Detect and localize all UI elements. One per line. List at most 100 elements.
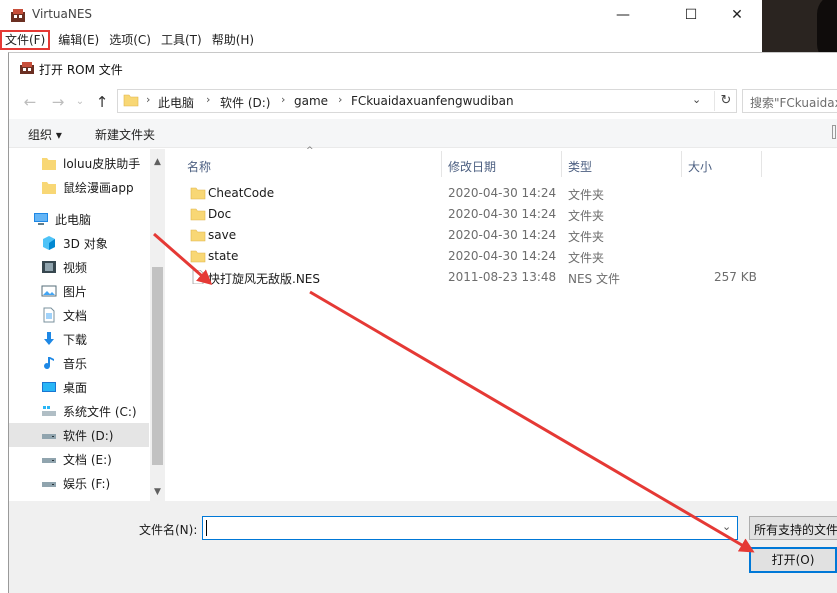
breadcrumb-this-pc[interactable]: 此电脑 xyxy=(158,94,194,111)
chevron-down-icon[interactable]: ⌄ xyxy=(722,520,731,533)
folder-icon xyxy=(190,229,206,242)
column-modified[interactable]: 修改日期 xyxy=(448,158,496,175)
nav-item-label: loluu皮肤助手 xyxy=(63,157,141,171)
file-type: 文件夹 xyxy=(568,230,605,244)
close-button[interactable]: ✕ xyxy=(714,0,760,30)
nav-item-3d-objects[interactable]: 3D 对象 xyxy=(9,231,149,255)
nav-item-downloads[interactable]: 下载 xyxy=(9,327,149,351)
app-menubar: 文件(F) 编辑(E) 选项(C) 工具(T) 帮助(H) xyxy=(0,30,762,50)
desktop-icon xyxy=(42,382,56,392)
open-rom-dialog: 打开 ROM 文件 ← → ⌄ ↑ › 此电脑 › 软件 (D:) › game… xyxy=(8,52,837,593)
drive-icon xyxy=(42,482,56,487)
folder-icon xyxy=(42,158,56,170)
nav-item-label: 下载 xyxy=(63,333,88,347)
back-arrow-icon[interactable]: ← xyxy=(21,93,39,111)
nav-item-documents[interactable]: 文档 xyxy=(9,303,149,327)
chevron-down-icon[interactable]: ⌄ xyxy=(692,93,701,106)
file-name: 快打旋风无敌版.NES xyxy=(208,272,320,286)
nav-item-shuhui[interactable]: 鼠绘漫画app xyxy=(9,175,149,199)
file-modified: 2020-04-30 14:24 xyxy=(448,207,557,221)
address-bar[interactable]: › 此电脑 › 软件 (D:) › game › FCkuaidaxuanfen… xyxy=(117,89,737,113)
nav-item-drive-c[interactable]: 系统文件 (C:) xyxy=(9,399,149,423)
nav-item-this-pc[interactable]: 此电脑 xyxy=(9,207,149,231)
nav-item-label: 娱乐 (F:) xyxy=(63,477,111,491)
chevron-right-icon: › xyxy=(206,93,211,106)
organize-button[interactable]: 组织 ▾ xyxy=(28,126,62,143)
menu-edit[interactable]: 编辑(E) xyxy=(53,30,104,50)
scrollbar-thumb[interactable] xyxy=(152,267,163,465)
file-modified: 2020-04-30 14:24 xyxy=(448,249,557,263)
nav-item-drive-f[interactable]: 娱乐 (F:) xyxy=(9,471,149,495)
maximize-icon: ☐ xyxy=(684,7,698,23)
file-row[interactable]: Doc 2020-04-30 14:24 文件夹 xyxy=(166,204,837,225)
nav-item-loluu[interactable]: loluu皮肤助手 xyxy=(9,151,149,175)
download-icon xyxy=(44,332,54,345)
app-titlebar: VirtuaNES — ☐ ✕ xyxy=(0,0,762,30)
file-size: 257 KB xyxy=(714,270,757,284)
file-name: CheatCode xyxy=(208,186,275,200)
file-type: 文件夹 xyxy=(568,188,605,202)
filename-input[interactable] xyxy=(202,516,738,540)
scroll-down-icon[interactable]: ▼ xyxy=(150,485,165,499)
breadcrumb-game[interactable]: game xyxy=(294,94,328,108)
breadcrumb-drive-d[interactable]: 软件 (D:) xyxy=(220,94,270,111)
file-list: ^ 名称 修改日期 类型 大小 CheatCode 2020-04-30 14:… xyxy=(166,146,837,501)
nav-item-desktop[interactable]: 桌面 xyxy=(9,375,149,399)
column-size[interactable]: 大小 xyxy=(688,158,712,175)
menu-file[interactable]: 文件(F) xyxy=(0,30,51,50)
column-divider[interactable] xyxy=(441,151,442,177)
music-icon xyxy=(44,357,54,370)
file-row[interactable]: save 2020-04-30 14:24 文件夹 xyxy=(166,225,837,246)
video-icon xyxy=(42,261,56,273)
file-row[interactable]: CheatCode 2020-04-30 14:24 文件夹 xyxy=(166,183,837,204)
sort-caret-icon: ^ xyxy=(306,146,314,156)
open-button[interactable]: 打开(O) xyxy=(749,547,837,573)
nav-item-videos[interactable]: 视频 xyxy=(9,255,149,279)
column-divider[interactable] xyxy=(761,151,762,177)
breadcrumb-current-folder[interactable]: FCkuaidaxuanfengwudiban xyxy=(351,94,514,108)
column-name[interactable]: 名称 xyxy=(187,158,211,175)
search-input[interactable]: 搜索"FCkuaidax xyxy=(742,89,837,113)
maximize-button[interactable]: ☐ xyxy=(668,0,714,30)
nav-item-label: 3D 对象 xyxy=(63,237,108,251)
filter-label: 所有支持的文件 xyxy=(754,523,837,537)
chevron-right-icon: › xyxy=(338,93,343,106)
column-type[interactable]: 类型 xyxy=(568,158,592,175)
column-divider[interactable] xyxy=(681,151,682,177)
nav-item-label: 鼠绘漫画app xyxy=(63,181,134,195)
menu-tools[interactable]: 工具(T) xyxy=(156,30,207,50)
nav-item-music[interactable]: 音乐 xyxy=(9,351,149,375)
nav-item-label: 软件 (D:) xyxy=(63,429,114,443)
search-placeholder: 搜索"FCkuaidax xyxy=(750,96,837,110)
refresh-icon[interactable]: ↻ xyxy=(714,91,737,111)
menu-options[interactable]: 选项(C) xyxy=(104,30,156,50)
filename-label: 文件名(N): xyxy=(139,523,198,537)
file-row-nes[interactable]: 快打旋风无敌版.NES 2011-08-23 13:48 NES 文件 257 … xyxy=(166,267,837,288)
nav-item-pictures[interactable]: 图片 xyxy=(9,279,149,303)
nav-item-drive-d[interactable]: 软件 (D:) xyxy=(9,423,149,447)
nav-item-label: 文档 xyxy=(63,309,88,323)
background-photo xyxy=(762,0,837,52)
menu-help[interactable]: 帮助(H) xyxy=(207,30,259,50)
new-folder-button[interactable]: 新建文件夹 xyxy=(95,126,155,143)
drive-icon xyxy=(42,434,56,439)
nav-item-drive-e[interactable]: 文档 (E:) xyxy=(9,447,149,471)
scroll-up-icon[interactable]: ▲ xyxy=(150,155,165,169)
computer-icon xyxy=(34,213,48,225)
nav-item-label: 文档 (E:) xyxy=(63,453,112,467)
forward-arrow-icon[interactable]: → xyxy=(49,93,67,111)
minimize-button[interactable]: — xyxy=(600,0,646,30)
file-type-filter[interactable]: 所有支持的文件 xyxy=(749,516,837,540)
up-arrow-icon[interactable]: ↑ xyxy=(93,93,111,111)
recent-chevron-icon[interactable]: ⌄ xyxy=(71,93,89,111)
file-row[interactable]: state 2020-04-30 14:24 文件夹 xyxy=(166,246,837,267)
file-icon xyxy=(192,270,204,284)
view-options-icon[interactable] xyxy=(832,125,836,139)
cube-icon xyxy=(43,236,55,250)
app-icon xyxy=(11,9,25,22)
nav-item-label: 图片 xyxy=(63,285,88,299)
column-divider[interactable] xyxy=(561,151,562,177)
nav-scrollbar[interactable]: ▲ ▼ xyxy=(150,149,165,501)
nav-item-label: 系统文件 (C:) xyxy=(63,405,137,419)
file-type: NES 文件 xyxy=(568,272,620,286)
